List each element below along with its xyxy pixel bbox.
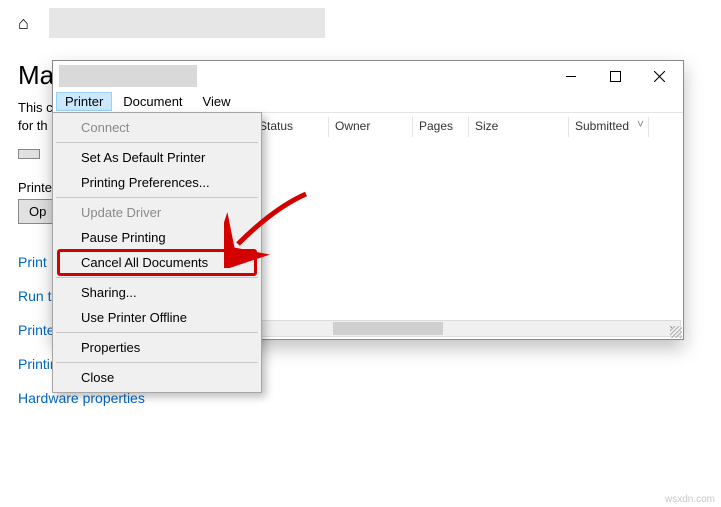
obscured-region [49, 8, 325, 38]
menu-item-set-default[interactable]: Set As Default Printer [55, 145, 259, 170]
menu-item-connect: Connect [55, 115, 259, 140]
minimize-button[interactable] [549, 61, 593, 91]
menu-separator [56, 277, 258, 278]
maximize-button[interactable] [593, 61, 637, 91]
menu-item-preferences[interactable]: Printing Preferences... [55, 170, 259, 195]
resize-grip[interactable] [670, 326, 682, 338]
desc-line-2: for th [18, 118, 48, 133]
close-icon [654, 71, 665, 82]
menu-separator [56, 332, 258, 333]
menu-item-use-offline[interactable]: Use Printer Offline [55, 305, 259, 330]
menu-view[interactable]: View [195, 93, 239, 110]
desc-line-1: This c [18, 100, 53, 115]
menu-item-update-driver: Update Driver [55, 200, 259, 225]
menu-printer[interactable]: Printer [57, 93, 111, 110]
menu-item-cancel-all[interactable]: Cancel All Documents [55, 250, 259, 275]
menu-document[interactable]: Document [115, 93, 190, 110]
col-pages[interactable]: Pages [413, 117, 469, 137]
menu-item-properties[interactable]: Properties [55, 335, 259, 360]
menu-item-sharing[interactable]: Sharing... [55, 280, 259, 305]
printer-menu-dropdown: Connect Set As Default Printer Printing … [52, 112, 262, 393]
menu-separator [56, 197, 258, 198]
menu-separator [56, 142, 258, 143]
home-icon[interactable]: ⌂ [18, 13, 29, 34]
scroll-thumb[interactable] [333, 322, 443, 335]
col-size[interactable]: Size [469, 117, 569, 137]
col-owner[interactable]: Owner [329, 117, 413, 137]
menu-item-pause-printing[interactable]: Pause Printing [55, 225, 259, 250]
col-status[interactable]: Status [253, 117, 329, 137]
menubar: Printer Document View [53, 91, 683, 113]
watermark: wsxdn.com [665, 494, 715, 505]
window-title-obscured [59, 65, 197, 87]
menu-separator [56, 362, 258, 363]
menu-item-close[interactable]: Close [55, 365, 259, 390]
close-button[interactable] [637, 61, 681, 91]
col-submitted[interactable]: Submitted [569, 117, 649, 137]
settings-button[interactable] [18, 149, 40, 159]
